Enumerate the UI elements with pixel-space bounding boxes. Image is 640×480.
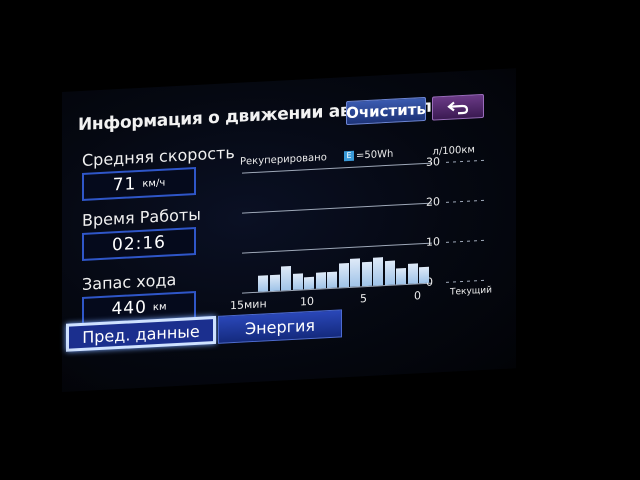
bar-8 xyxy=(338,262,349,288)
range-label: Запас хода xyxy=(82,270,177,294)
run-time-value-box: 02:16 xyxy=(82,226,196,261)
bar-3 xyxy=(396,267,406,285)
range-value: 440 xyxy=(111,297,147,320)
x-tick-0: 15мин xyxy=(230,297,267,313)
grid-line-right-30 xyxy=(446,159,486,163)
bar-2 xyxy=(407,263,418,284)
recuperated-label: Рекуперировано xyxy=(240,152,327,168)
range-unit: км xyxy=(152,301,167,313)
grid-line-20 xyxy=(242,202,432,214)
avg-speed-value-box: 71 км/ч xyxy=(82,166,196,201)
grid-line-right-0 xyxy=(446,279,486,283)
bar-6 xyxy=(361,261,372,287)
bar-7 xyxy=(350,258,360,287)
clear-button[interactable]: Очистить xyxy=(346,96,426,126)
tab-energy[interactable]: Энергия xyxy=(218,309,342,344)
run-time-label: Время Работы xyxy=(82,204,201,230)
grid-line-right-20 xyxy=(446,199,486,203)
grid-line-10 xyxy=(242,242,432,254)
bar-9 xyxy=(327,271,337,289)
run-time-value: 02:16 xyxy=(112,232,166,256)
x-tick-3: 0 xyxy=(414,289,421,303)
bar-4 xyxy=(384,260,395,286)
bar-5 xyxy=(373,257,383,286)
bar-11 xyxy=(304,276,314,290)
x-tick-1: 10 xyxy=(300,294,314,309)
x-tick-4: Текущий xyxy=(450,285,492,298)
x-tick-2: 5 xyxy=(360,292,367,306)
bar-10 xyxy=(315,272,326,289)
y-tick-30: 30 xyxy=(426,155,440,169)
avg-speed-label: Средняя скорость xyxy=(82,142,235,170)
bar-13 xyxy=(281,265,291,291)
energy-unit: =50Wh xyxy=(356,148,394,162)
avg-speed-value: 71 xyxy=(112,174,137,196)
avg-speed-unit: км/ч xyxy=(142,177,166,190)
bar-15 xyxy=(258,275,268,292)
bar-1 xyxy=(419,266,429,284)
back-button[interactable] xyxy=(432,93,484,121)
energy-icon: E xyxy=(344,150,355,162)
consumption-chart: 30 20 10 0 15мин 10 5 0 Текущий xyxy=(62,68,516,312)
back-arrow-icon xyxy=(447,101,469,115)
bar-12 xyxy=(292,273,303,290)
y-tick-20: 20 xyxy=(426,195,440,209)
display-screen: Информация о движении автомобиля Очистит… xyxy=(62,68,516,392)
grid-line-right-10 xyxy=(446,239,486,243)
y-tick-10: 10 xyxy=(426,235,440,249)
bar-14 xyxy=(269,274,280,292)
